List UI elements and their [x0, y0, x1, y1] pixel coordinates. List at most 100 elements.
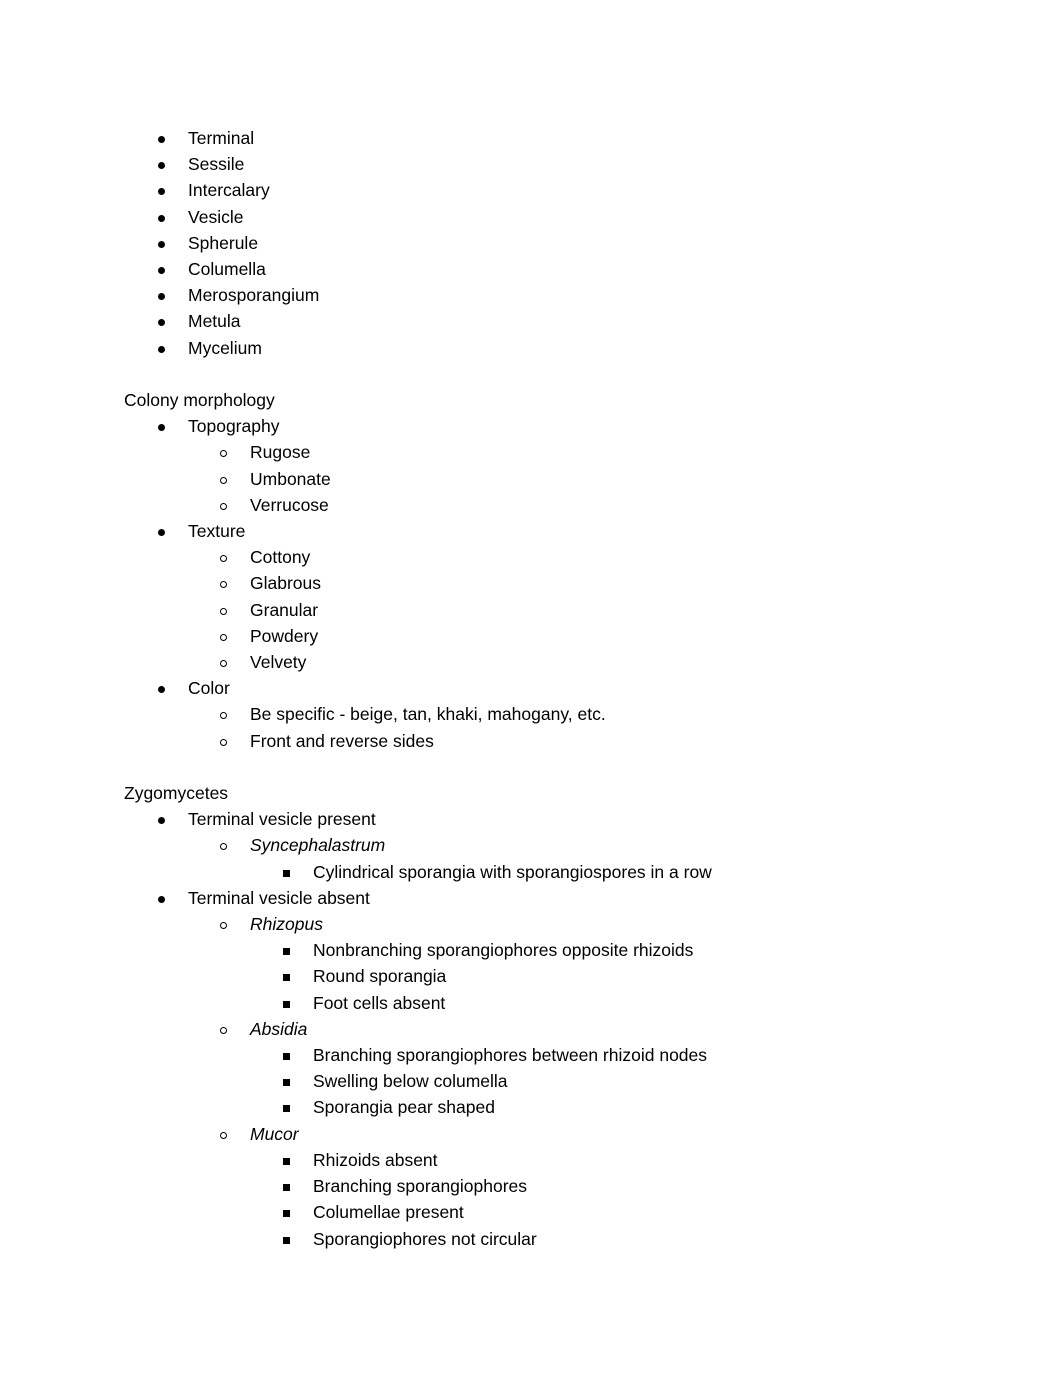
- list-item-label: Rugose: [250, 442, 311, 463]
- circle-bullet-icon: [220, 597, 230, 623]
- list-item-label: Velvety: [250, 652, 307, 673]
- list-item-label: Verrucose: [250, 494, 329, 515]
- list-item-label: Intercalary: [188, 180, 270, 201]
- list-item-label: Be specific - beige, tan, khaki, mahogan…: [250, 704, 606, 725]
- circle-bullet-icon: [220, 570, 230, 596]
- circle-bullet-icon: [220, 832, 230, 858]
- list-item: Columella: [0, 256, 1062, 282]
- list-item-label: Umbonate: [250, 468, 331, 489]
- list-item: Cottony: [0, 544, 1062, 570]
- list-item: Terminal vesicle absent: [0, 885, 1062, 911]
- list-item: Rhizoids absent: [0, 1147, 1062, 1173]
- list-item: Sporangiophores not circular: [0, 1226, 1062, 1252]
- circle-bullet-icon: [220, 439, 230, 465]
- list-item: Branching sporangiophores between rhizoi…: [0, 1042, 1062, 1068]
- list-item-label: Texture: [188, 521, 246, 542]
- disc-bullet-icon: [158, 230, 168, 256]
- disc-bullet-icon: [158, 308, 168, 334]
- disc-bullet-icon: [158, 675, 168, 701]
- list-item-label: Spherule: [188, 232, 259, 253]
- list-item-label: Glabrous: [250, 573, 322, 594]
- list-item: Round sporangia: [0, 963, 1062, 989]
- list-item-label: Powdery: [250, 625, 319, 646]
- circle-bullet-icon: [220, 1016, 230, 1042]
- square-bullet-icon: [283, 1173, 293, 1199]
- square-bullet-icon: [283, 859, 293, 885]
- list-item-label: Branching sporangiophores between rhizoi…: [313, 1045, 708, 1066]
- list-item-label: Branching sporangiophores: [313, 1176, 528, 1197]
- disc-bullet-icon: [158, 204, 168, 230]
- list-item: Columellae present: [0, 1199, 1062, 1225]
- list-item-label: Cottony: [250, 547, 311, 568]
- square-bullet-icon: [283, 963, 293, 989]
- list-item-label: Cylindrical sporangia with sporangiospor…: [313, 861, 712, 882]
- list-item: Verrucose: [0, 492, 1062, 518]
- square-bullet-icon: [283, 937, 293, 963]
- circle-bullet-icon: [220, 623, 230, 649]
- list-item: Branching sporangiophores: [0, 1173, 1062, 1199]
- list-item-label: Terminal vesicle absent: [188, 887, 370, 908]
- square-bullet-icon: [283, 1068, 293, 1094]
- list-item-label: Vesicle: [188, 206, 244, 227]
- list-item: Absidia: [0, 1016, 1062, 1042]
- circle-bullet-icon: [220, 649, 230, 675]
- list-item-label: Merosporangium: [188, 285, 320, 306]
- list-item: Syncephalastrum: [0, 832, 1062, 858]
- list-item-label: Columellae present: [313, 1202, 464, 1223]
- disc-bullet-icon: [158, 256, 168, 282]
- circle-bullet-icon: [220, 728, 230, 754]
- list-item-label: Metula: [188, 311, 241, 332]
- square-bullet-icon: [283, 1199, 293, 1225]
- list-item: Mycelium: [0, 335, 1062, 361]
- list-item-label: Sporangiophores not circular: [313, 1228, 537, 1249]
- circle-bullet-icon: [220, 911, 230, 937]
- disc-bullet-icon: [158, 413, 168, 439]
- square-bullet-icon: [283, 1094, 293, 1120]
- list-item: Rugose: [0, 439, 1062, 465]
- list-item-label: Mycelium: [188, 337, 262, 358]
- list-item: Terminal vesicle present: [0, 806, 1062, 832]
- genus-name: Mucor: [250, 1123, 299, 1144]
- disc-bullet-icon: [158, 518, 168, 544]
- square-bullet-icon: [283, 1042, 293, 1068]
- list-item-label: Topography: [188, 416, 280, 437]
- circle-bullet-icon: [220, 1121, 230, 1147]
- disc-bullet-icon: [158, 885, 168, 911]
- circle-bullet-icon: [220, 544, 230, 570]
- list-item: Glabrous: [0, 570, 1062, 596]
- list-item: Metula: [0, 308, 1062, 334]
- section-heading: Colony morphology: [124, 390, 275, 411]
- disc-bullet-icon: [158, 125, 168, 151]
- list-item: Topography: [0, 413, 1062, 439]
- list-item: Sporangia pear shaped: [0, 1094, 1062, 1120]
- list-item: Velvety: [0, 649, 1062, 675]
- list-item-label: Foot cells absent: [313, 992, 446, 1013]
- list-item: Texture: [0, 518, 1062, 544]
- list-item-label: Round sporangia: [313, 966, 447, 987]
- list-item: Mucor: [0, 1121, 1062, 1147]
- list-item: Nonbranching sporangiophores opposite rh…: [0, 937, 1062, 963]
- list-item: Merosporangium: [0, 282, 1062, 308]
- list-item-label: Rhizoids absent: [313, 1149, 438, 1170]
- disc-bullet-icon: [158, 335, 168, 361]
- document-page: Terminal Sessile Intercalary Vesicle Spherul…: [0, 0, 1062, 1377]
- list-item-label: Front and reverse sides: [250, 730, 434, 751]
- circle-bullet-icon: [220, 466, 230, 492]
- list-item-label: Nonbranching sporangiophores opposite rh…: [313, 940, 694, 961]
- square-bullet-icon: [283, 1226, 293, 1252]
- list-item: Color: [0, 675, 1062, 701]
- disc-bullet-icon: [158, 177, 168, 203]
- square-bullet-icon: [283, 990, 293, 1016]
- list-item-label: Columella: [188, 259, 266, 280]
- list-item: Front and reverse sides: [0, 728, 1062, 754]
- list-item-label: Terminal: [188, 128, 255, 148]
- list-item-label: Terminal vesicle present: [188, 809, 376, 830]
- list-item-label: Granular: [250, 599, 319, 620]
- list-item: Cylindrical sporangia with sporangiospor…: [0, 859, 1062, 885]
- list-item-label: Color: [188, 678, 230, 699]
- list-item-label: Swelling below columella: [313, 1071, 508, 1092]
- list-item: Foot cells absent: [0, 990, 1062, 1016]
- disc-bullet-icon: [158, 806, 168, 832]
- disc-bullet-icon: [158, 282, 168, 308]
